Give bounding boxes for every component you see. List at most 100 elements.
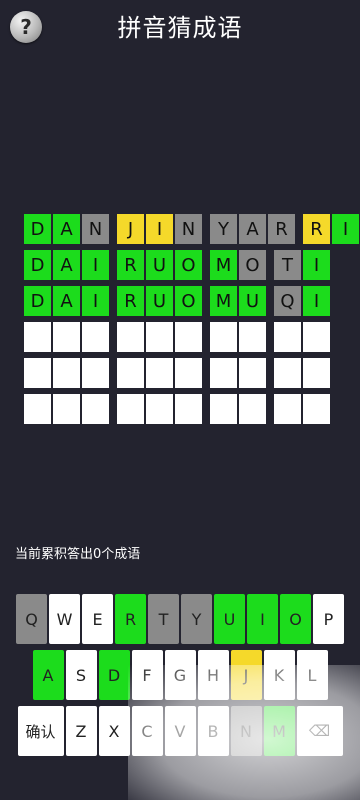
- key-t[interactable]: T: [148, 594, 179, 644]
- letter-tile: R: [117, 286, 144, 316]
- letter-tile: [53, 394, 80, 424]
- letter-tile: [303, 358, 330, 388]
- syllable-group: [210, 394, 266, 424]
- board-row: DANJINYARRI: [24, 214, 359, 244]
- letter-tile: U: [146, 286, 173, 316]
- key-v[interactable]: V: [164, 706, 196, 756]
- letter-tile: N: [175, 214, 202, 244]
- syllable-group: RI: [303, 214, 359, 244]
- letter-tile: U: [239, 286, 266, 316]
- key-z[interactable]: Z: [65, 706, 97, 756]
- letter-tile: [274, 358, 301, 388]
- letter-tile: O: [175, 250, 202, 280]
- key-a[interactable]: A: [32, 650, 64, 700]
- key-y[interactable]: Y: [181, 594, 212, 644]
- key-w[interactable]: W: [49, 594, 80, 644]
- syllable-group: [274, 322, 330, 352]
- syllable-group: [210, 358, 266, 388]
- letter-tile: [117, 394, 144, 424]
- syllable-group: [274, 394, 330, 424]
- key-g[interactable]: G: [164, 650, 196, 700]
- letter-tile: N: [82, 214, 109, 244]
- syllable-group: DAI: [24, 250, 109, 280]
- letter-tile: R: [268, 214, 295, 244]
- letter-tile: [274, 322, 301, 352]
- solved-counter: 当前累积答出0个成语: [15, 547, 141, 562]
- key-o[interactable]: O: [280, 594, 311, 644]
- keyboard-row: QWERTYUIOP: [13, 594, 347, 644]
- key-s[interactable]: S: [65, 650, 97, 700]
- letter-tile: D: [24, 250, 51, 280]
- syllable-group: JIN: [117, 214, 202, 244]
- key-f[interactable]: F: [131, 650, 163, 700]
- key-q[interactable]: Q: [16, 594, 47, 644]
- letter-tile: O: [175, 286, 202, 316]
- letter-tile: I: [303, 286, 330, 316]
- letter-tile: [175, 358, 202, 388]
- letter-tile: [82, 358, 109, 388]
- letter-tile: T: [274, 250, 301, 280]
- keyboard: Q W E R T Y U I O P A S D F G H J K L 确认 Z X C V B N M ⌫: [13, 594, 347, 762]
- backspace-key[interactable]: ⌫: [296, 706, 343, 756]
- letter-tile: [146, 358, 173, 388]
- letter-tile: [146, 394, 173, 424]
- syllable-group: [274, 358, 330, 388]
- page-title: 拼音猜成语: [117, 14, 243, 42]
- letter-tile: I: [82, 250, 109, 280]
- key-e[interactable]: E: [82, 594, 113, 644]
- letter-tile: Y: [210, 214, 237, 244]
- key-l[interactable]: L: [296, 650, 328, 700]
- confirm-key[interactable]: 确认: [17, 706, 64, 756]
- syllable-group: [117, 394, 202, 424]
- letter-tile: Q: [274, 286, 301, 316]
- syllable-group: [210, 322, 266, 352]
- letter-tile: [175, 394, 202, 424]
- key-p[interactable]: P: [313, 594, 344, 644]
- key-u[interactable]: U: [214, 594, 245, 644]
- letter-tile: [303, 394, 330, 424]
- letter-tile: [53, 322, 80, 352]
- key-k[interactable]: K: [263, 650, 295, 700]
- letter-tile: R: [303, 214, 330, 244]
- letter-tile: [24, 322, 51, 352]
- key-n[interactable]: N: [230, 706, 262, 756]
- letter-tile: [117, 358, 144, 388]
- letter-tile: A: [53, 250, 80, 280]
- letter-tile: [239, 358, 266, 388]
- syllable-group: MO: [210, 250, 266, 280]
- key-i[interactable]: I: [247, 594, 278, 644]
- syllable-group: [24, 322, 109, 352]
- key-r[interactable]: R: [115, 594, 146, 644]
- syllable-group: [24, 358, 109, 388]
- board-row: [24, 322, 336, 352]
- syllable-group: MU: [210, 286, 266, 316]
- letter-tile: [303, 322, 330, 352]
- syllable-group: RUO: [117, 286, 202, 316]
- game-screen: ? 拼音猜成语 DANJINYARRIDAIRUOMOTIDAIRUOMUQI …: [0, 0, 360, 800]
- key-m[interactable]: M: [263, 706, 295, 756]
- key-j[interactable]: J: [230, 650, 262, 700]
- key-c[interactable]: C: [131, 706, 163, 756]
- key-x[interactable]: X: [98, 706, 130, 756]
- syllable-group: RUO: [117, 250, 202, 280]
- letter-tile: [117, 322, 144, 352]
- letter-tile: D: [24, 286, 51, 316]
- letter-tile: J: [117, 214, 144, 244]
- letter-tile: M: [210, 250, 237, 280]
- syllable-group: [117, 322, 202, 352]
- key-b[interactable]: B: [197, 706, 229, 756]
- key-d[interactable]: D: [98, 650, 130, 700]
- letter-tile: [24, 358, 51, 388]
- letter-tile: [175, 322, 202, 352]
- syllable-group: YAR: [210, 214, 295, 244]
- syllable-group: DAI: [24, 286, 109, 316]
- letter-tile: A: [53, 214, 80, 244]
- letter-tile: O: [239, 250, 266, 280]
- syllable-group: QI: [274, 286, 330, 316]
- keyboard-row: 确认 Z X C V B N M ⌫: [13, 706, 347, 756]
- letter-tile: I: [303, 250, 330, 280]
- key-h[interactable]: H: [197, 650, 229, 700]
- letter-tile: [82, 322, 109, 352]
- letter-tile: [210, 358, 237, 388]
- keyboard-row: ASDFGHJKL: [13, 650, 347, 700]
